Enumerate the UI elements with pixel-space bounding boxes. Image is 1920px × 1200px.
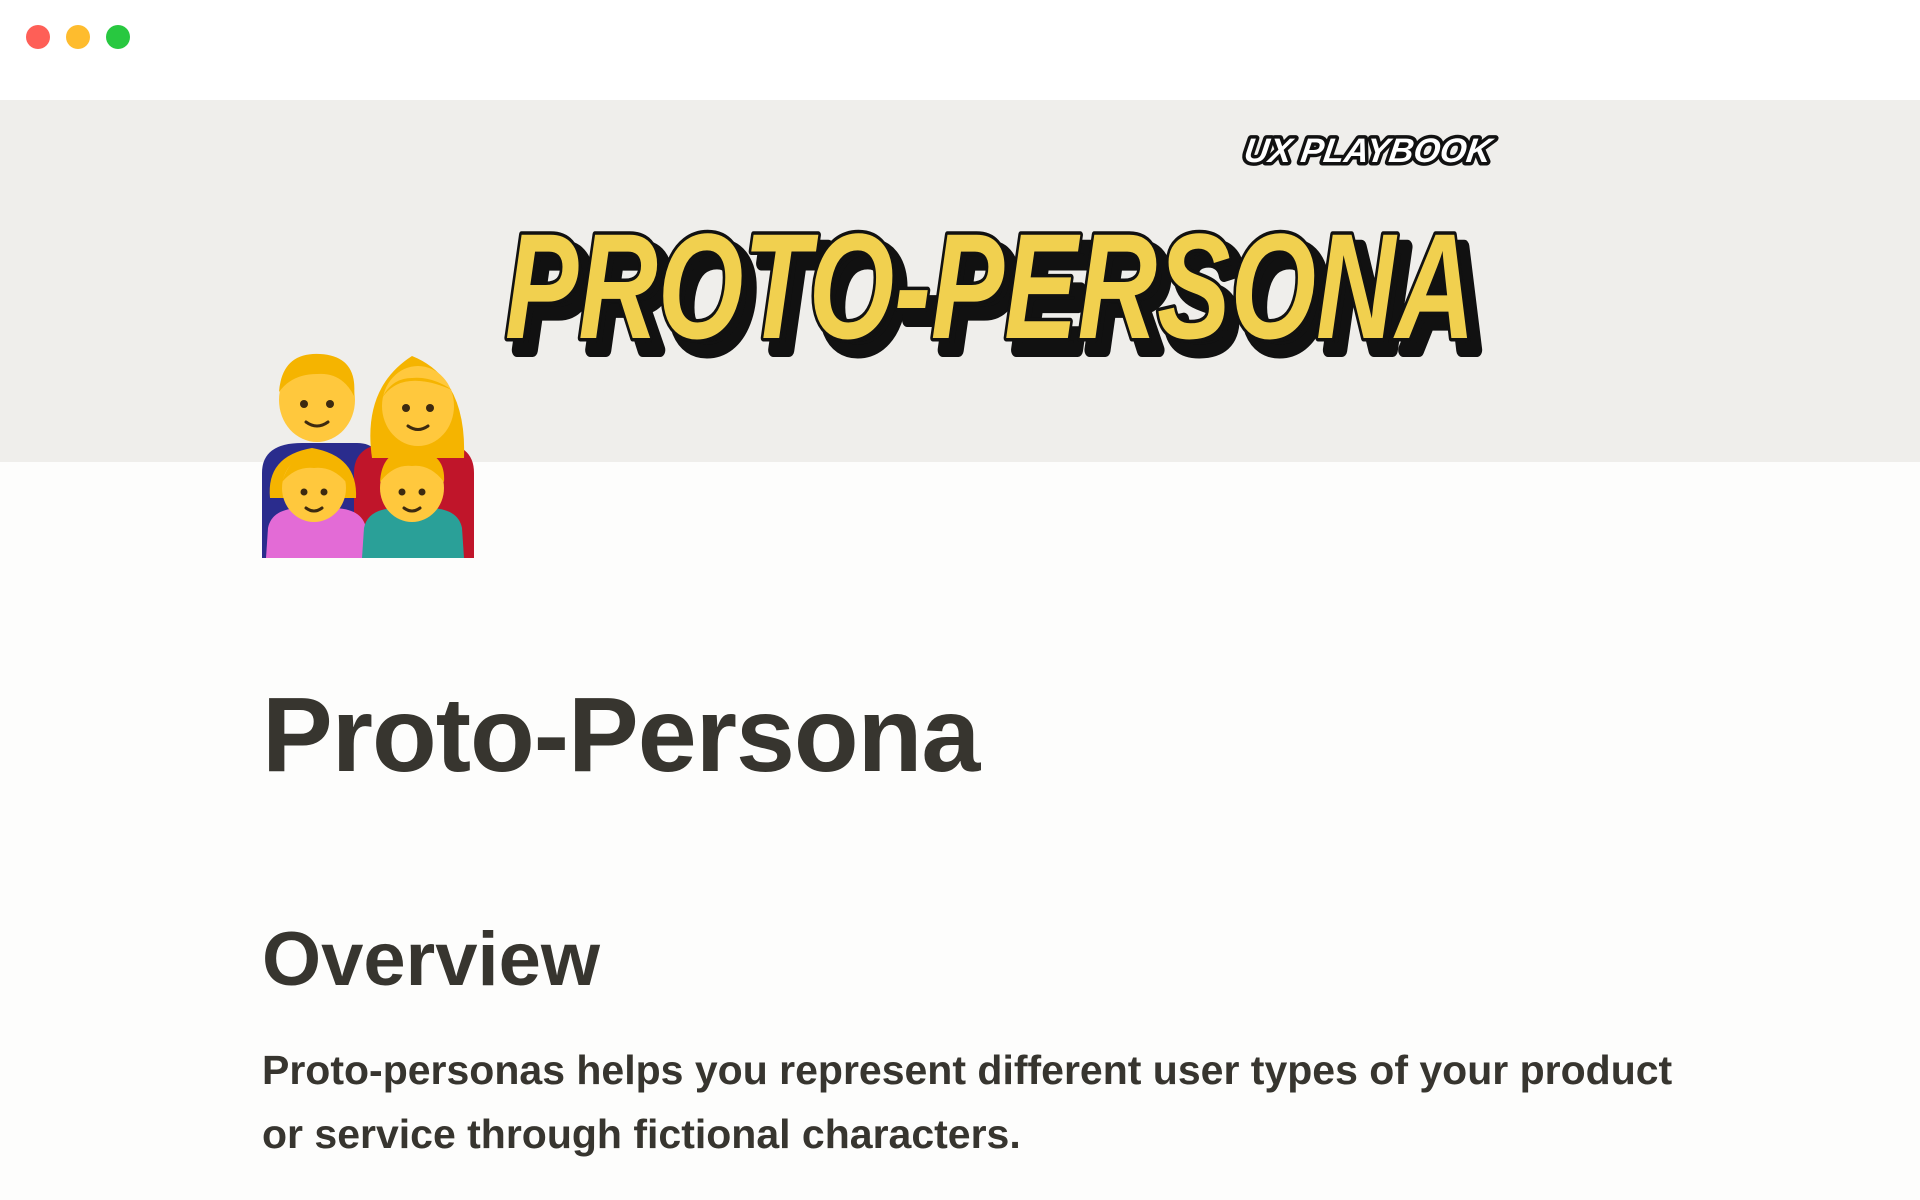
page-title[interactable]: Proto-Persona	[262, 682, 980, 788]
minimize-window-button[interactable]	[66, 25, 90, 49]
family-icon[interactable]	[262, 348, 474, 558]
cover-headline: PROTO-PERSONA	[505, 202, 1475, 370]
close-window-button[interactable]	[26, 25, 50, 49]
section-heading-overview[interactable]: Overview	[262, 922, 600, 998]
window-titlebar	[0, 0, 1920, 100]
overview-paragraph[interactable]: Proto-personas helps you represent diffe…	[262, 1038, 1682, 1166]
maximize-window-button[interactable]	[106, 25, 130, 49]
cover-tagline: UX PLAYBOOK	[1242, 132, 1496, 170]
page-content: UX PLAYBOOK PROTO-PERSONA PROTO-PERSONA	[0, 100, 1920, 1200]
